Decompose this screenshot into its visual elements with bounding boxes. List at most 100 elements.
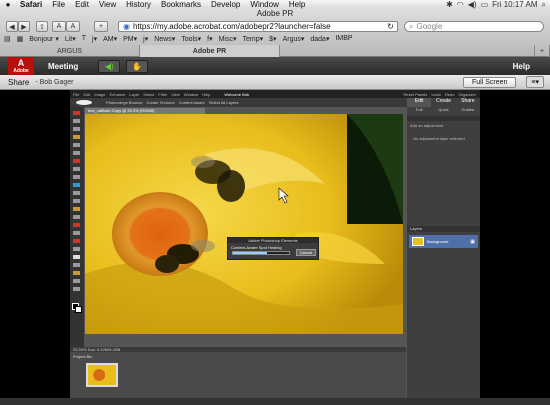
document-canvas[interactable]: [85, 114, 403, 334]
tool-icon[interactable]: [73, 183, 80, 187]
panel-subtab-full[interactable]: Full: [407, 107, 431, 113]
volume-icon[interactable]: ◀): [468, 0, 477, 9]
pse-undo[interactable]: Undo: [431, 92, 441, 97]
bookmark-item[interactable]: j▾: [92, 35, 97, 43]
brush-preset-icon[interactable]: [76, 100, 92, 105]
panel-subtab-guided[interactable]: Guided: [456, 107, 480, 113]
forward-button[interactable]: ▶: [18, 21, 30, 32]
pse-menu-edit[interactable]: Edit: [83, 92, 90, 97]
bookmark-item[interactable]: Misc▾: [219, 35, 237, 43]
text-larger-button[interactable]: A: [66, 21, 80, 32]
tab-adobe-pr[interactable]: Adobe PR: [140, 45, 280, 57]
tool-icon[interactable]: [73, 263, 80, 267]
share-page-button[interactable]: ⇧: [36, 21, 48, 32]
tool-icon[interactable]: [73, 231, 80, 235]
bookmark-item[interactable]: PM▾: [123, 35, 137, 43]
tool-icon[interactable]: [73, 167, 80, 171]
menu-bookmarks[interactable]: Bookmarks: [157, 0, 207, 9]
text-smaller-button[interactable]: A: [52, 21, 66, 32]
menu-edit[interactable]: Edit: [71, 0, 95, 9]
pse-menu-select[interactable]: Select: [143, 92, 154, 97]
panel-subtab-quick[interactable]: Quick: [431, 107, 455, 113]
back-button[interactable]: ◀: [6, 21, 18, 32]
panel-tab-share[interactable]: Share: [456, 98, 480, 107]
menu-help[interactable]: Help: [285, 0, 311, 9]
bookmark-item[interactable]: f▾: [207, 35, 212, 43]
tool-icon[interactable]: [73, 279, 80, 283]
bookmark-item[interactable]: Tools▾: [181, 35, 201, 43]
option-tab[interactable]: Photomerge Bounce: [106, 100, 142, 105]
menu-develop[interactable]: Develop: [207, 0, 246, 9]
option-tab[interactable]: Select All Layers: [209, 100, 239, 105]
tool-icon[interactable]: [73, 143, 80, 147]
tool-icon[interactable]: [73, 127, 80, 131]
bookmarks-icon[interactable]: ▤: [4, 35, 11, 43]
tool-icon[interactable]: [73, 151, 80, 155]
pse-menu-help[interactable]: Help: [202, 92, 210, 97]
spotlight-icon[interactable]: ⌕: [542, 0, 546, 9]
bin-thumbnail[interactable]: [86, 363, 118, 387]
bookmark-item[interactable]: j▾: [143, 35, 148, 43]
pse-menu-layer[interactable]: Layer: [129, 92, 139, 97]
tool-icon[interactable]: [73, 215, 80, 219]
tool-icon[interactable]: [73, 247, 80, 251]
bookmark-item[interactable]: IMBP: [335, 35, 352, 42]
tab-argus[interactable]: ARGUS: [0, 45, 140, 57]
tool-icon[interactable]: [73, 191, 80, 195]
clock[interactable]: Fri 10:17 AM: [492, 0, 537, 9]
battery-icon[interactable]: ▭: [481, 0, 489, 9]
menu-safari[interactable]: Safari: [16, 0, 48, 9]
pse-menu-filter[interactable]: Filter: [158, 92, 167, 97]
tool-icon[interactable]: [73, 111, 80, 115]
tool-icon[interactable]: [73, 239, 80, 243]
menu-file[interactable]: File: [48, 0, 71, 9]
pse-welcome[interactable]: Welcome Bob: [224, 92, 249, 97]
bookmark-item[interactable]: AM▾: [103, 35, 117, 43]
tool-icon[interactable]: [73, 223, 80, 227]
tool-icon[interactable]: [73, 199, 80, 203]
pse-organizer[interactable]: Organizer: [458, 92, 480, 97]
tool-icon[interactable]: [73, 175, 80, 179]
pse-menu-view[interactable]: View: [171, 92, 180, 97]
layer-row[interactable]: Background ▣: [409, 235, 478, 248]
tool-icon[interactable]: [73, 255, 80, 259]
panel-tab-edit[interactable]: Edit: [407, 98, 432, 107]
status-button[interactable]: ✋: [126, 59, 149, 73]
panel-tab-create[interactable]: Create: [431, 98, 455, 107]
dialog-cancel-button[interactable]: Cancel: [296, 249, 316, 256]
menu-window[interactable]: Window: [246, 0, 284, 9]
bookmark-item[interactable]: T: [82, 35, 86, 42]
menu-view[interactable]: View: [95, 0, 122, 9]
pse-menu-file[interactable]: File: [73, 92, 79, 97]
option-tab[interactable]: Create Textures: [146, 100, 174, 105]
bookmark-item[interactable]: dada▾: [310, 35, 329, 43]
add-bookmark-button[interactable]: +: [94, 21, 108, 32]
pod-menu-button[interactable]: ≡▾: [526, 76, 544, 88]
help-menu[interactable]: Help: [513, 62, 530, 71]
topsites-icon[interactable]: ▦: [17, 35, 24, 43]
background-color-swatch[interactable]: [75, 306, 82, 313]
bookmark-item[interactable]: Temp▾: [243, 35, 264, 43]
menu-history[interactable]: History: [122, 0, 157, 9]
bookmark-item[interactable]: $▾: [269, 35, 276, 43]
pse-menu-image[interactable]: Image: [94, 92, 105, 97]
pse-menu-enhance[interactable]: Enhance: [109, 92, 125, 97]
tool-icon[interactable]: [73, 119, 80, 123]
bookmark-item[interactable]: News▾: [154, 35, 175, 43]
pse-redo[interactable]: Redo: [445, 92, 455, 97]
search-field[interactable]: ⌕ Google: [404, 21, 544, 32]
bluetooth-icon[interactable]: ✱: [446, 0, 453, 9]
meeting-menu[interactable]: Meeting: [48, 62, 78, 71]
tool-icon[interactable]: [73, 207, 80, 211]
tool-icon[interactable]: [73, 287, 80, 291]
fullscreen-button[interactable]: Full Screen: [462, 76, 517, 88]
apple-icon[interactable]: ●: [0, 0, 16, 9]
bookmark-item[interactable]: Bonjour ▾: [29, 35, 59, 43]
option-tab[interactable]: Content Aware: [179, 100, 205, 105]
tool-icon[interactable]: [73, 159, 80, 163]
address-bar[interactable]: ◉ https://my.adobe.acrobat.com/adobepr2?…: [118, 21, 398, 32]
bookmark-item[interactable]: Argus▾: [283, 35, 305, 43]
new-tab-button[interactable]: +: [534, 45, 550, 57]
tool-icon[interactable]: [73, 271, 80, 275]
wifi-icon[interactable]: ◠: [457, 0, 464, 9]
